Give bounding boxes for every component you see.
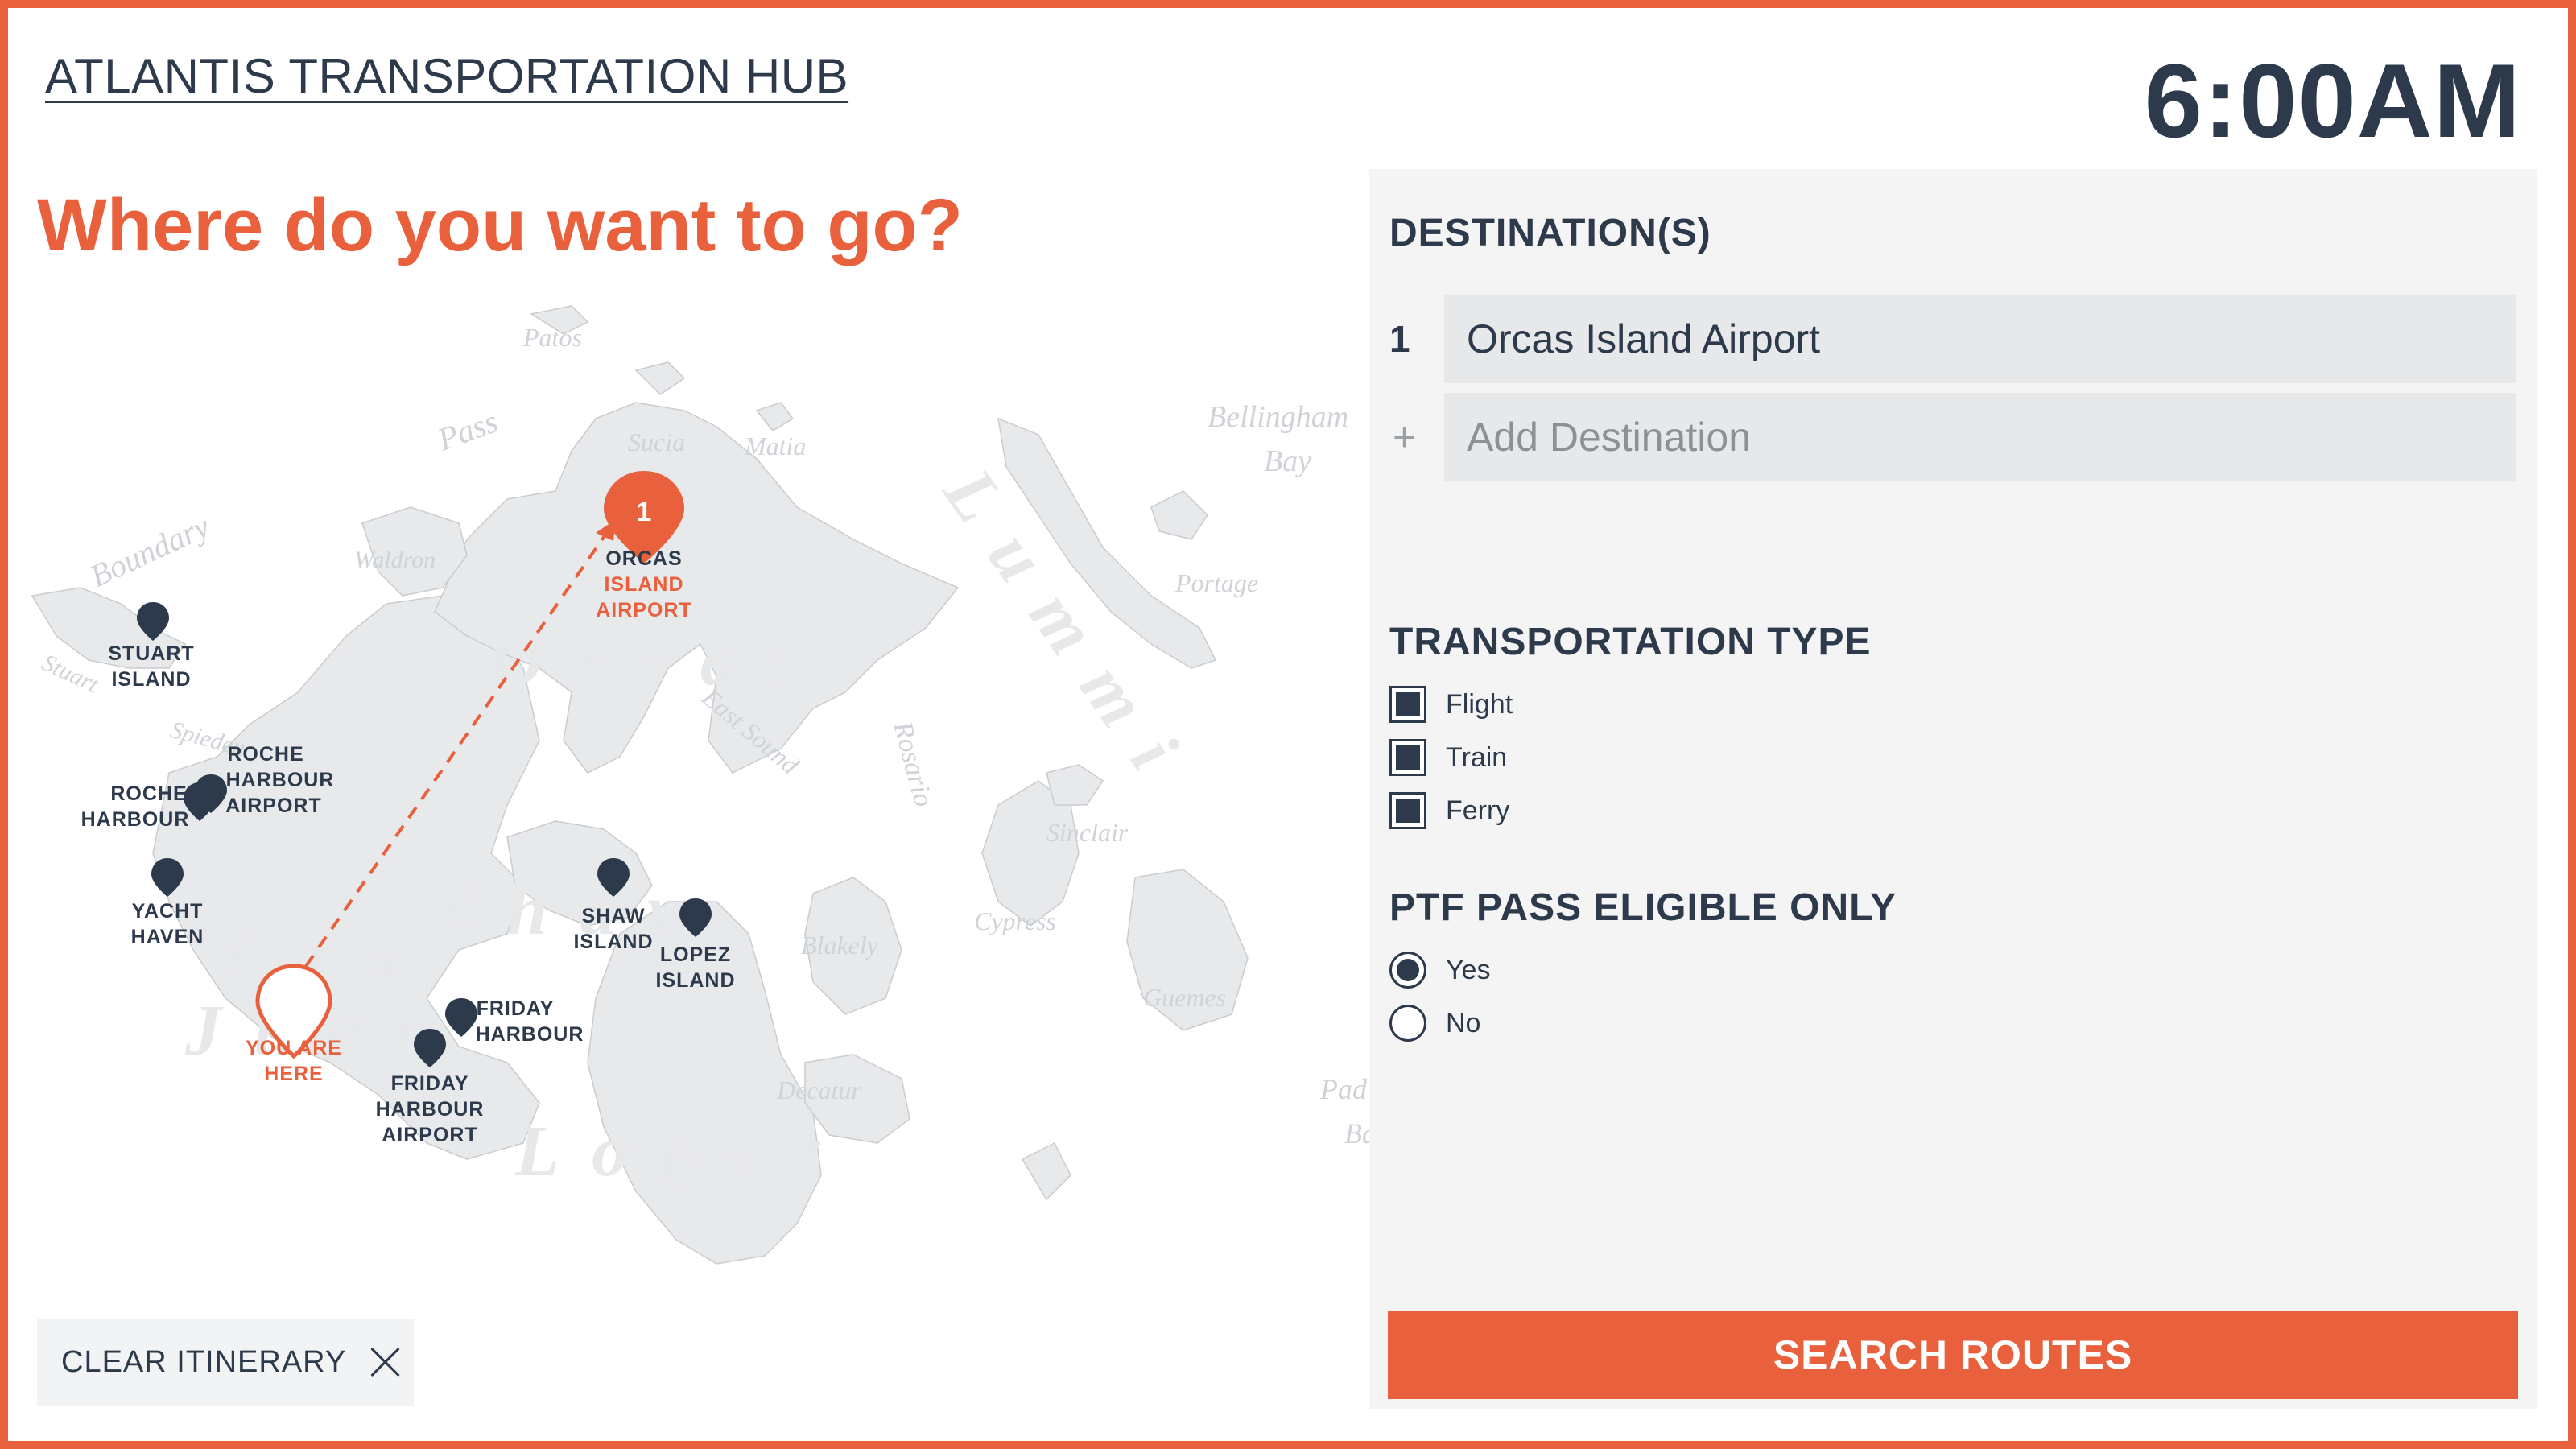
water-label: Pass — [432, 402, 502, 457]
clear-itinerary-label: CLEAR ITINERARY — [61, 1344, 347, 1379]
water-label: Patos — [522, 323, 582, 352]
clear-itinerary-button[interactable]: CLEAR ITINERARY — [37, 1319, 414, 1406]
water-label: Boundary — [85, 508, 215, 595]
location-label: HARBOUR — [226, 769, 335, 791]
water-label: Bay — [1264, 444, 1311, 478]
clock: 6:00AM — [2144, 42, 2521, 159]
checkbox-flight-box[interactable] — [1389, 686, 1426, 723]
destinations-title: DESTINATION(S) — [1389, 212, 1711, 254]
destination-label-line: ORCAS — [605, 547, 682, 570]
checkbox-ferry-label: Ferry — [1446, 795, 1510, 826]
map-canvas[interactable]: Patos Sucia Matia Bellingham Bay Portage… — [8, 290, 1368, 1449]
checkbox-ferry[interactable]: Ferry — [1389, 792, 1509, 829]
checkbox-train-label: Train — [1446, 741, 1508, 773]
island-label: Lopez — [514, 1112, 853, 1191]
location-label: YACHT — [132, 900, 204, 923]
add-destination-input[interactable]: Add Destination — [1444, 393, 2516, 481]
water-label: Portage — [1174, 568, 1258, 597]
water-label: Bellingham — [1208, 400, 1348, 434]
water-label: Matia — [744, 431, 806, 460]
radio-no-label: No — [1446, 1007, 1481, 1038]
water-label: Padilla — [1319, 1073, 1368, 1105]
destination-pin-number: 1 — [637, 497, 652, 527]
checkbox-train[interactable]: Train — [1389, 739, 1507, 776]
radio-yes-label: Yes — [1446, 954, 1491, 985]
location-label: HARBOUR — [81, 808, 190, 831]
water-label: Sinclair — [1046, 818, 1129, 847]
close-icon — [369, 1346, 401, 1378]
location-label: LOPEZ — [660, 943, 731, 966]
water-label: Blakely — [801, 931, 879, 960]
location-label: FRIDAY — [477, 997, 555, 1020]
location-label: HARBOUR — [476, 1023, 584, 1046]
water-label: Waldron — [354, 547, 436, 573]
water-label: Cypress — [974, 906, 1056, 935]
water-label: Guemes — [1143, 983, 1226, 1012]
map[interactable]: Patos Sucia Matia Bellingham Bay Portage… — [8, 290, 1368, 1449]
location-label: STUART — [108, 642, 194, 665]
you-are-here-label: HERE — [264, 1063, 323, 1085]
transport-type-title: TRANSPORTATION TYPE — [1389, 621, 1872, 663]
radio-yes[interactable]: Yes — [1389, 952, 1490, 989]
island-label: Orcas — [491, 621, 829, 700]
radio-no[interactable]: No — [1389, 1005, 1480, 1042]
location-label: SHAW — [582, 905, 646, 927]
search-panel: DESTINATION(S) 1 Orcas Island Airport + … — [1368, 169, 2537, 1409]
water-label: Rosario — [887, 718, 939, 811]
checkbox-train-box[interactable] — [1389, 739, 1426, 776]
sinclair-island-shape — [1046, 764, 1104, 806]
location-label: ISLAND — [655, 969, 735, 992]
destination-index: 1 — [1389, 318, 1410, 360]
radio-yes-button[interactable] — [1389, 952, 1426, 989]
checkbox-flight[interactable]: Flight — [1389, 686, 1513, 723]
location-label: ISLAND — [573, 931, 653, 953]
location-label: FRIDAY — [391, 1072, 469, 1095]
add-destination-row: + Add Destination — [1389, 393, 2516, 481]
destination-row: 1 Orcas Island Airport — [1389, 295, 2516, 383]
location-label: ROCHE — [227, 743, 303, 766]
checkbox-ferry-box[interactable] — [1389, 792, 1426, 829]
radio-no-button[interactable] — [1389, 1005, 1426, 1042]
water-label: Sucia — [628, 427, 685, 456]
page-question: Where do you want to go? — [37, 184, 963, 266]
location-label: HARBOUR — [376, 1098, 485, 1121]
checkbox-flight-label: Flight — [1446, 688, 1513, 720]
plus-icon[interactable]: + — [1389, 414, 1444, 460]
destination-label-line: AIRPORT — [596, 599, 692, 621]
search-routes-button[interactable]: SEARCH ROUTES — [1388, 1311, 2518, 1399]
ptf-pass-title: PTF PASS ELIGIBLE ONLY — [1389, 886, 1897, 929]
destination-label-line: ISLAND — [604, 573, 683, 596]
location-label: AIRPORT — [225, 795, 322, 817]
app-frame: ATLANTIS TRANSPORTATION HUB 6:00AM Where… — [0, 0, 2576, 1449]
water-label: Decatur — [776, 1075, 861, 1104]
water-label: Bay — [1344, 1117, 1368, 1150]
you-are-here-label: YOU ARE — [246, 1037, 342, 1059]
location-label: ISLAND — [111, 668, 191, 691]
location-label: HAVEN — [131, 926, 204, 948]
destination-input[interactable]: Orcas Island Airport — [1444, 295, 2516, 383]
location-label: ROCHE — [110, 782, 187, 805]
hub-title: ATLANTIS TRANSPORTATION HUB — [45, 49, 849, 103]
location-label: AIRPORT — [382, 1124, 478, 1146]
